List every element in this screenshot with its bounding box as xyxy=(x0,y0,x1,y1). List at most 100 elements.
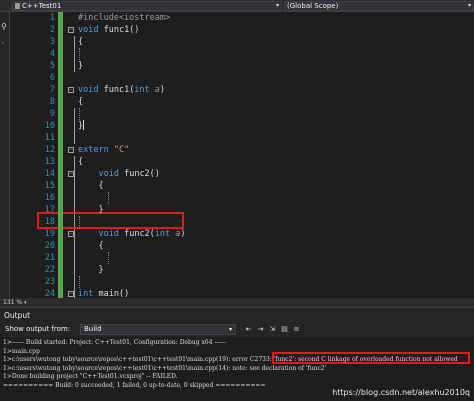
code-line[interactable]: 6 xyxy=(10,72,474,84)
code-token: "C" xyxy=(113,145,130,155)
collapse-icon[interactable]: − xyxy=(68,171,74,177)
code-line[interactable]: 9 xyxy=(10,108,474,120)
collapse-icon[interactable]: − xyxy=(68,291,74,297)
line-number: 5 xyxy=(49,61,55,71)
indent-guide xyxy=(108,192,109,204)
code-line[interactable]: 12 − extern "C" xyxy=(10,144,474,156)
zoom-level[interactable]: 131 % xyxy=(3,299,22,306)
code-line[interactable]: 2 − void func1() xyxy=(10,24,474,36)
code-line[interactable]: 22 } xyxy=(10,264,474,276)
indent-guide xyxy=(79,216,80,228)
code-line[interactable]: 21 xyxy=(10,252,474,264)
code-line[interactable]: 4 xyxy=(10,48,474,60)
code-token: } xyxy=(78,205,104,215)
code-line[interactable]: 5} xyxy=(10,60,474,72)
code-line[interactable]: 8{ xyxy=(10,96,474,108)
change-tracking-bar xyxy=(58,192,63,204)
line-number: 8 xyxy=(49,97,55,107)
line-number: 18 xyxy=(44,217,55,227)
code-line[interactable]: 15 { xyxy=(10,180,474,192)
code-text: { xyxy=(78,240,103,252)
code-line[interactable]: 17 } xyxy=(10,204,474,216)
code-token: ) xyxy=(159,85,166,95)
previous-message-icon[interactable]: ⇥ xyxy=(256,325,265,333)
line-number: 13 xyxy=(44,157,55,167)
chevron-down-icon: ▾ xyxy=(275,2,279,9)
chevron-down-icon[interactable]: ▾ xyxy=(24,300,27,306)
word-wrap-icon[interactable]: ≡ xyxy=(292,325,301,333)
line-number: 6 xyxy=(49,73,55,83)
change-tracking-bar xyxy=(58,240,63,252)
code-line[interactable]: 13 { xyxy=(10,156,474,168)
indent-guide xyxy=(79,108,80,120)
line-number: 19 xyxy=(44,229,55,239)
search-icon[interactable]: ⚲ xyxy=(1,22,7,31)
text-cursor xyxy=(83,120,85,130)
line-number: 14 xyxy=(44,169,55,179)
change-tracking-bar xyxy=(58,204,63,216)
code-line[interactable]: 7 − void func1(int a) xyxy=(10,84,474,96)
code-line[interactable]: 24 − int main() xyxy=(10,288,474,298)
code-text: } xyxy=(78,204,104,216)
code-text: void func1(int a) xyxy=(78,84,165,96)
output-title: Output xyxy=(4,311,31,320)
code-line[interactable]: 14 − void func2() xyxy=(10,168,474,180)
code-line[interactable]: 23 xyxy=(10,276,474,288)
global-scope-dropdown[interactable]: (Global Scope) ▾ xyxy=(284,1,474,11)
output-line: ========== Build: 0 succeeded, 1 failed,… xyxy=(3,381,266,389)
code-line[interactable]: 10} xyxy=(10,120,474,132)
line-number: 1 xyxy=(49,13,55,23)
zoom-bar: 131 % ▾ xyxy=(0,298,474,307)
change-tracking-bar xyxy=(58,48,63,60)
change-tracking-bar xyxy=(58,180,63,192)
code-line[interactable]: 1 #include<iostream> xyxy=(10,12,474,24)
change-tracking-bar xyxy=(58,264,63,276)
code-line[interactable]: 20 { xyxy=(10,240,474,252)
code-token: } xyxy=(78,265,104,275)
file-scope-label: C++Test01 xyxy=(22,2,62,10)
pin-icon[interactable]: ◦ xyxy=(1,40,5,47)
output-line: 1>main.cpp xyxy=(3,347,40,355)
code-text: { xyxy=(78,36,83,48)
code-token: { xyxy=(78,157,84,167)
code-token: int xyxy=(78,289,94,298)
code-token: extern xyxy=(78,145,109,155)
code-text: } xyxy=(78,120,85,132)
code-token: func2() xyxy=(118,169,160,179)
collapse-icon[interactable]: − xyxy=(68,27,74,33)
change-tracking-bar xyxy=(58,24,63,36)
code-line[interactable]: 18 xyxy=(10,216,474,228)
next-message-icon[interactable]: ⇲ xyxy=(268,325,277,333)
line-number: 16 xyxy=(44,193,55,203)
collapse-icon[interactable]: − xyxy=(68,87,74,93)
code-token: #include<iostream> xyxy=(78,13,171,23)
code-token: ) xyxy=(180,229,186,239)
line-number: 23 xyxy=(44,277,55,287)
code-editor[interactable]: 1 #include<iostream> 2− void func1() 3{4 5} 6 7… xyxy=(10,12,474,298)
code-token: void xyxy=(98,169,119,179)
collapse-icon[interactable]: − xyxy=(68,231,74,237)
line-number: 22 xyxy=(44,265,55,275)
change-tracking-bar xyxy=(58,12,63,24)
code-line[interactable]: 19 − void func2(int a) xyxy=(10,228,474,240)
code-token: void xyxy=(78,25,99,35)
code-text: void func2(int a) xyxy=(78,228,186,240)
output-source-select[interactable]: Build ▾ xyxy=(80,324,236,335)
clear-all-icon[interactable]: ▤ xyxy=(280,325,289,333)
file-scope-dropdown[interactable]: C++Test01 ▾ xyxy=(12,1,282,11)
change-tracking-bar xyxy=(58,288,63,298)
code-token: void xyxy=(78,85,99,95)
code-text: } xyxy=(78,264,104,276)
code-token: int xyxy=(154,229,171,239)
code-line[interactable]: 3{ xyxy=(10,36,474,48)
chevron-down-icon: ▾ xyxy=(228,326,232,333)
code-text: extern "C" xyxy=(78,144,129,156)
code-token: { xyxy=(78,181,104,191)
output-line: 1>c:\users\wutong toby\source\repos\c++t… xyxy=(3,356,458,363)
change-tracking-bar xyxy=(58,276,63,288)
find-message-icon[interactable]: ⇤ xyxy=(244,325,253,333)
code-line[interactable]: 11 xyxy=(10,132,474,144)
code-line[interactable]: 16 xyxy=(10,192,474,204)
collapse-icon[interactable]: − xyxy=(68,147,74,153)
